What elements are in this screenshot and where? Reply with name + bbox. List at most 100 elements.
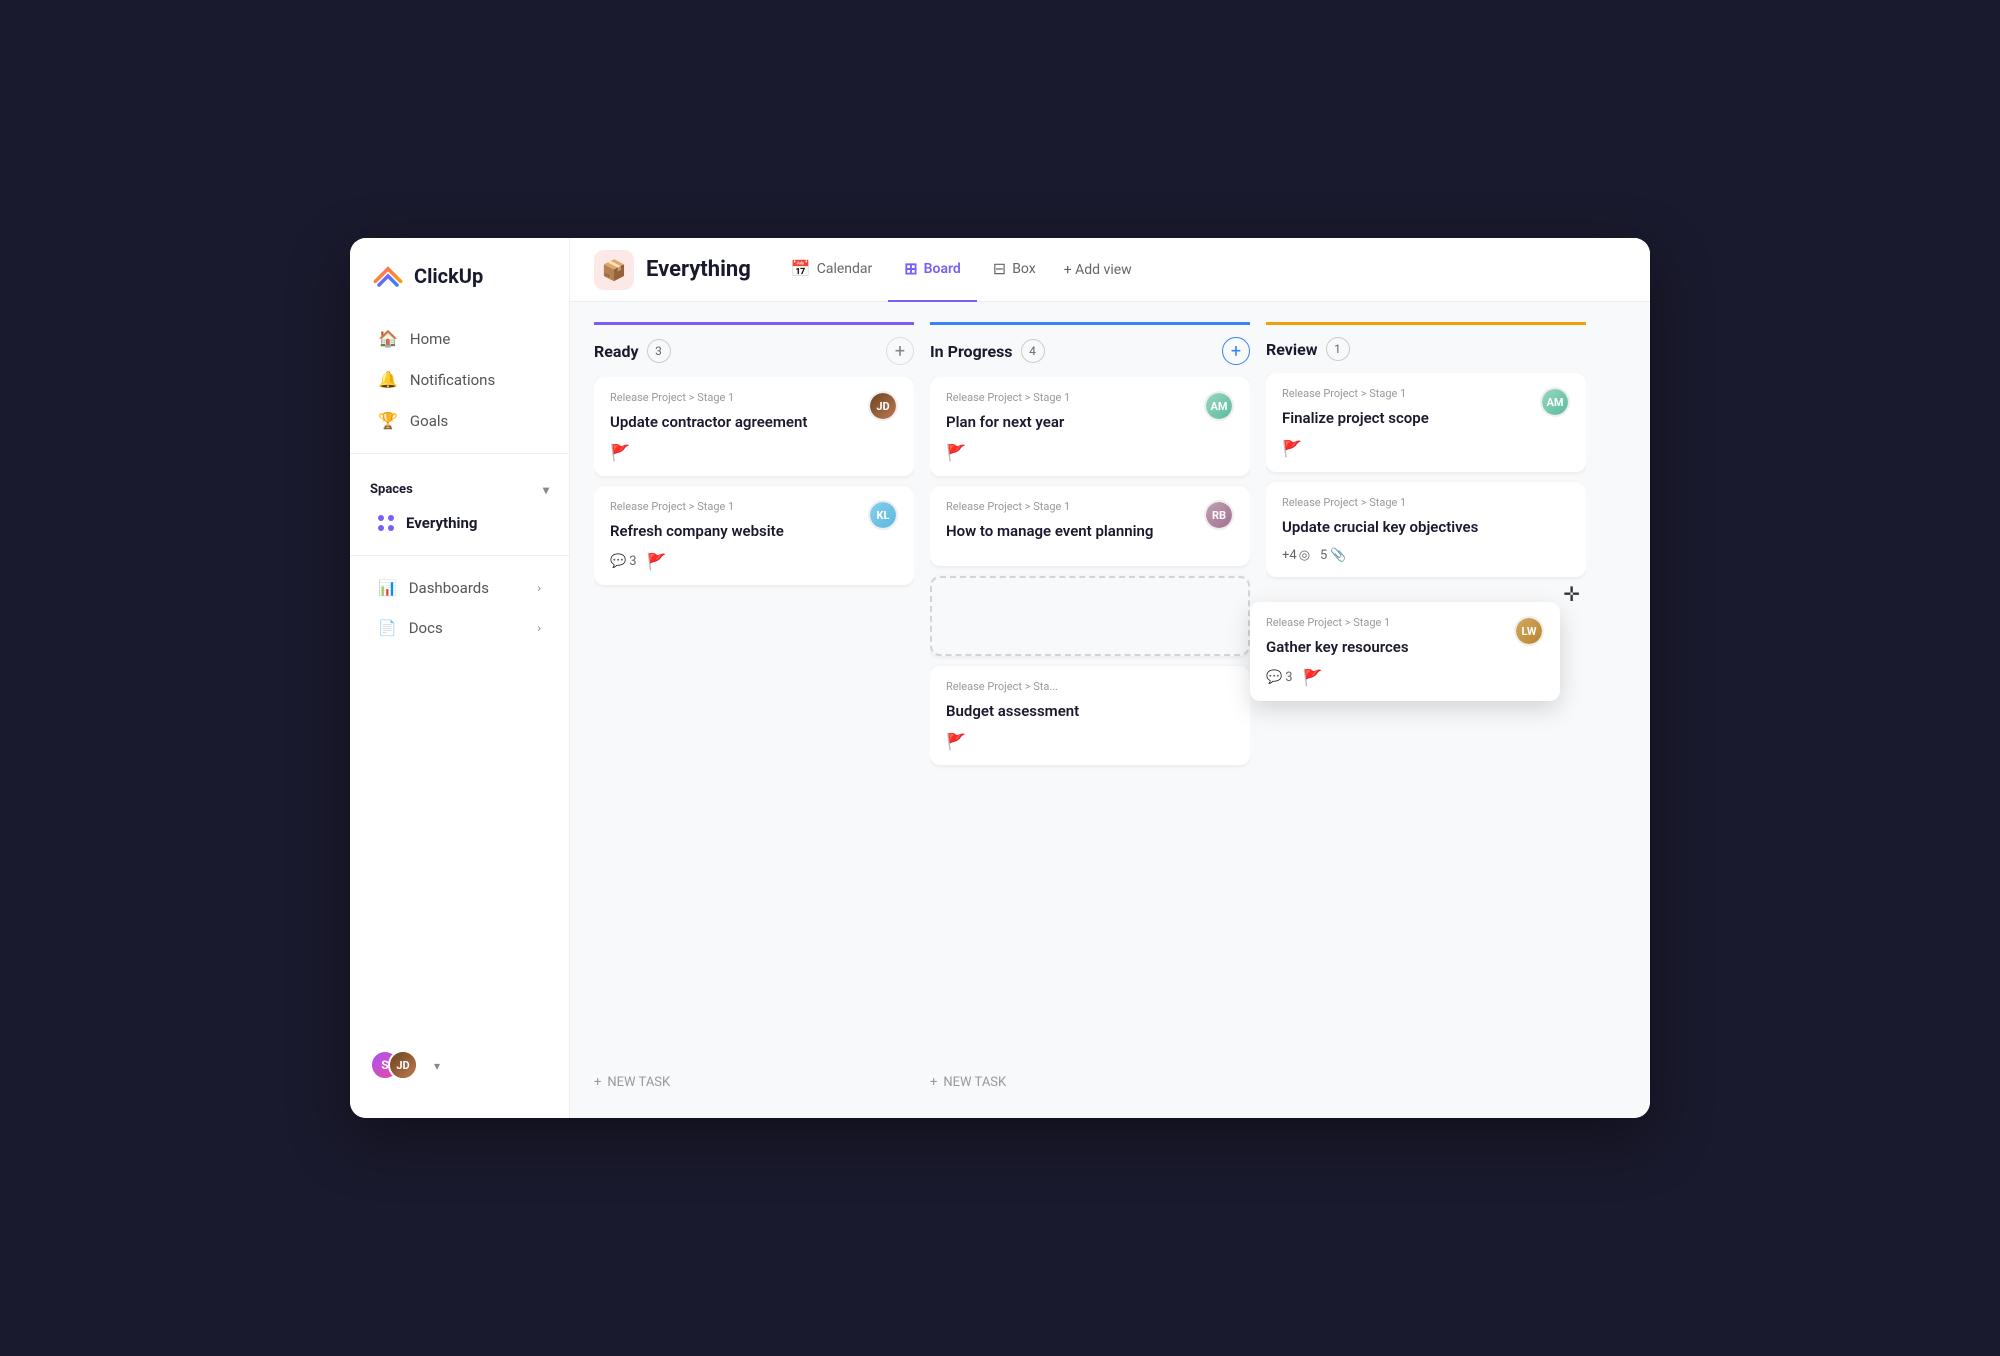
card-title: Refresh company website <box>610 521 898 542</box>
card-avatar: AM <box>1204 391 1234 421</box>
card-meta: Release Project > Stage 1 <box>1282 387 1570 400</box>
card-update-contractor[interactable]: Release Project > Stage 1 Update contrac… <box>594 377 914 476</box>
board-icon: ⊞ <box>904 259 917 278</box>
sidebar-item-goals-label: Goals <box>410 412 448 430</box>
grid-dots-icon <box>378 515 394 531</box>
app-name: ClickUp <box>414 264 483 288</box>
card-footer: 🚩 <box>946 443 1234 462</box>
card-meta: Release Project > Stage 1 <box>946 500 1234 513</box>
card-title: Plan for next year <box>946 412 1234 433</box>
card-event-planning[interactable]: Release Project > Stage 1 How to manage … <box>930 486 1250 566</box>
flag-green-icon: 🚩 <box>647 552 667 571</box>
circle-icon: ◎ <box>1299 548 1310 563</box>
card-title: Update crucial key objectives <box>1282 517 1570 538</box>
column-inprogress-title: In Progress <box>930 342 1013 361</box>
card-title: Finalize project scope <box>1282 408 1570 429</box>
sidebar-divider-1 <box>350 453 569 454</box>
column-inprogress-count: 4 <box>1021 339 1045 363</box>
card-finalize-scope[interactable]: Release Project > Stage 1 Finalize proje… <box>1266 373 1586 472</box>
card-avatar: LW <box>1514 616 1544 646</box>
page-title: Everything <box>646 257 751 282</box>
plus-icon: + <box>930 1075 937 1090</box>
avatar-circle: AM <box>1206 393 1232 419</box>
card-avatar: JD <box>868 391 898 421</box>
avatar-circle: LW <box>1516 618 1542 644</box>
flag-green-icon: 🚩 <box>1303 668 1323 687</box>
card-avatar: AM <box>1540 387 1570 417</box>
inprogress-new-task-button[interactable]: + NEW TASK <box>930 1067 1250 1098</box>
cube-icon: 📦 <box>602 258 627 282</box>
column-review-header: Review 1 <box>1266 322 1586 373</box>
add-view-button[interactable]: + Add view <box>1052 238 1144 302</box>
card-footer: +4 ◎ 5 📎 <box>1282 548 1570 563</box>
column-review: Review 1 Release Project > Stage 1 Final… <box>1266 322 1586 1098</box>
ready-new-task-button[interactable]: + NEW TASK <box>594 1067 914 1098</box>
sidebar-item-docs[interactable]: 📄 Docs › <box>358 609 561 647</box>
card-meta: Release Project > Stage 1 <box>946 391 1234 404</box>
column-review-title: Review <box>1266 340 1318 359</box>
top-bar: 📦 Everything 📅 Calendar ⊞ Board ⊟ Box + … <box>570 238 1650 302</box>
sidebar-item-everything[interactable]: Everything <box>358 504 561 542</box>
tab-calendar[interactable]: 📅 Calendar <box>775 238 888 302</box>
card-meta: Release Project > Stage 1 <box>1282 496 1570 509</box>
avatar-circle: KL <box>870 502 896 528</box>
card-avatar: KL <box>868 500 898 530</box>
bell-icon: 🔔 <box>378 370 398 389</box>
card-update-objectives[interactable]: Release Project > Stage 1 Update crucial… <box>1266 482 1586 577</box>
column-inprogress-add-button[interactable]: + <box>1222 337 1250 365</box>
docs-icon: 📄 <box>378 619 397 637</box>
sidebar-item-goals[interactable]: 🏆 Goals <box>358 401 561 440</box>
card-budget-assessment[interactable]: Release Project > Sta... Budget assessme… <box>930 666 1250 765</box>
tab-box[interactable]: ⊟ Box <box>977 238 1052 302</box>
user-area[interactable]: S JD ▾ <box>350 1034 569 1098</box>
main-content: 📦 Everything 📅 Calendar ⊞ Board ⊟ Box + … <box>570 238 1650 1118</box>
column-ready-title: Ready <box>594 342 639 361</box>
column-ready: Ready 3 + Release Project > Stage 1 Upda… <box>594 322 914 1098</box>
flag-orange-icon: 🚩 <box>946 732 966 751</box>
home-icon: 🏠 <box>378 329 398 348</box>
card-footer: 🚩 <box>610 443 898 462</box>
tab-board[interactable]: ⊞ Board <box>888 238 977 302</box>
column-ready-add-button[interactable]: + <box>886 337 914 365</box>
extra-count: +4 ◎ <box>1282 548 1310 563</box>
card-plan-next-year[interactable]: Release Project > Stage 1 Plan for next … <box>930 377 1250 476</box>
avatar-circle: JD <box>870 393 896 419</box>
sidebar: ClickUp 🏠 Home 🔔 Notifications 🏆 Goals S… <box>350 238 570 1118</box>
card-meta: Release Project > Stage 1 <box>610 500 898 513</box>
sidebar-item-dashboards[interactable]: 📊 Dashboards › <box>358 569 561 607</box>
column-inprogress-cards: Release Project > Stage 1 Plan for next … <box>930 377 1250 1063</box>
card-refresh-website[interactable]: Release Project > Stage 1 Refresh compan… <box>594 486 914 585</box>
drag-handle-icon[interactable]: ✛ <box>1563 582 1580 606</box>
flag-red-icon: 🚩 <box>946 443 966 462</box>
card-meta: Release Project > Stage 1 <box>610 391 898 404</box>
drag-card-title: Gather key resources <box>1266 637 1544 658</box>
card-meta: Release Project > Sta... <box>946 680 1234 693</box>
card-title: How to manage event planning <box>946 521 1234 542</box>
clickup-logo-icon <box>370 258 406 294</box>
dashboards-expand-icon: › <box>537 581 541 595</box>
comment-count: 5 📎 <box>1320 548 1347 563</box>
drag-card-gather-resources[interactable]: ✛ Release Project > Stage 1 Gather key r… <box>1250 602 1560 701</box>
sidebar-item-notifications[interactable]: 🔔 Notifications <box>358 360 561 399</box>
card-avatar: RB <box>1204 500 1234 530</box>
sidebar-item-home[interactable]: 🏠 Home <box>358 319 561 358</box>
dashboards-icon: 📊 <box>378 579 397 597</box>
card-footer: 🚩 <box>946 732 1234 751</box>
drag-card-footer: 💬 3 🚩 <box>1266 668 1544 687</box>
column-inprogress-header: In Progress 4 + <box>930 322 1250 377</box>
comment-icon: 💬 <box>610 554 626 569</box>
spaces-section-label: Spaces ▾ <box>350 466 569 503</box>
comment-count: 💬 3 <box>610 554 637 569</box>
spaces-chevron-icon[interactable]: ▾ <box>543 483 549 497</box>
column-inprogress: In Progress 4 + Release Project > Stage … <box>930 322 1250 1098</box>
comment-icon: 💬 <box>1266 670 1282 685</box>
card-title: Update contractor agreement <box>610 412 898 433</box>
user-chevron-icon: ▾ <box>434 1059 440 1073</box>
avatar-user: JD <box>388 1050 418 1080</box>
everything-label: Everything <box>406 514 477 532</box>
flag-orange-icon: 🚩 <box>610 443 630 462</box>
drag-card-meta: Release Project > Stage 1 <box>1266 616 1544 629</box>
trophy-icon: 🏆 <box>378 411 398 430</box>
column-ready-header: Ready 3 + <box>594 322 914 377</box>
flag-red-icon: 🚩 <box>1282 439 1302 458</box>
